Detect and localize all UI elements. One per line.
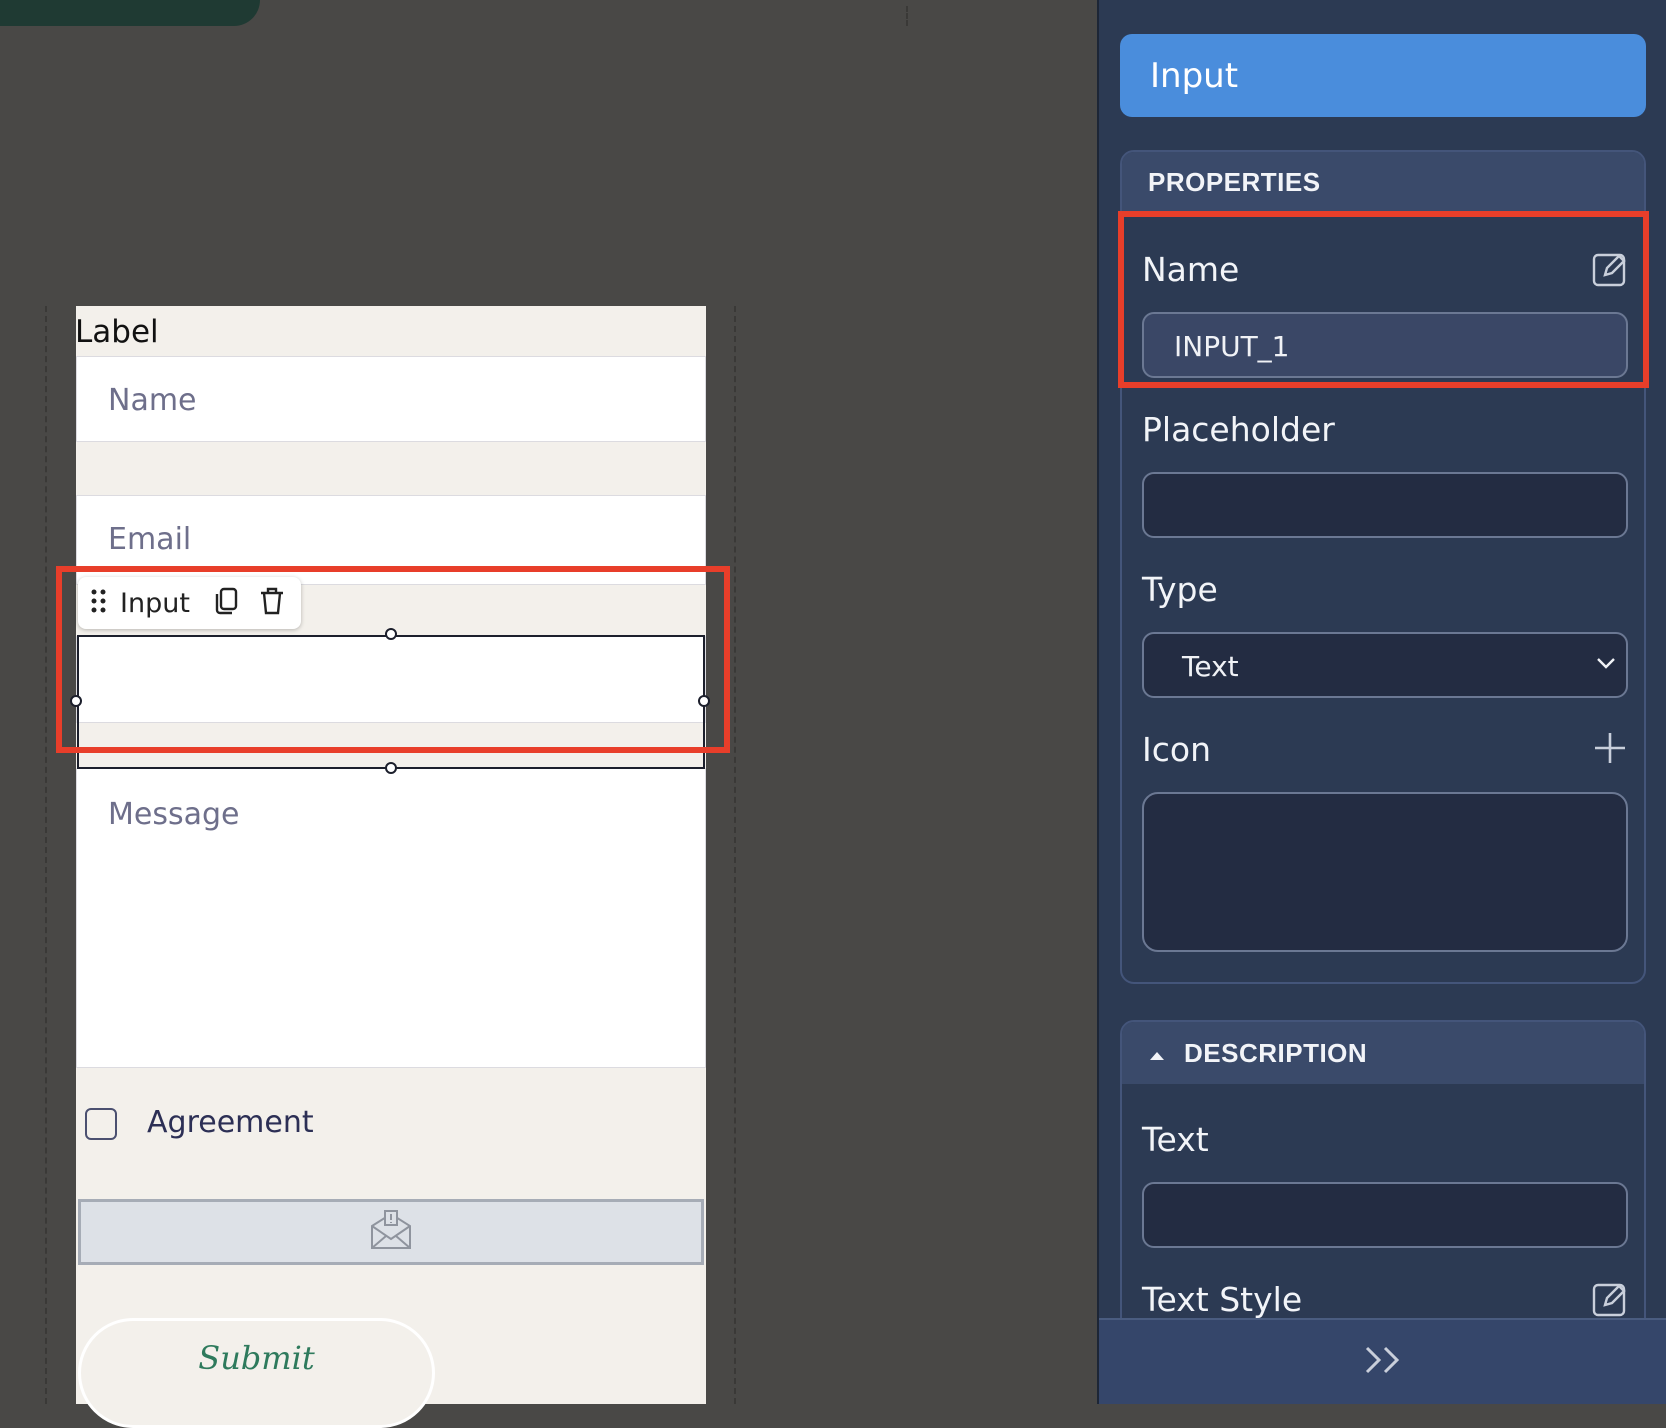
description-title: DESCRIPTION <box>1184 1037 1368 1068</box>
message-textarea[interactable]: Message <box>76 768 706 1068</box>
type-value: Text <box>1182 650 1239 683</box>
properties-title: PROPERTIES <box>1148 166 1321 197</box>
agreement-checkbox[interactable] <box>85 1108 117 1140</box>
placeholder-field[interactable] <box>1142 472 1628 538</box>
panel-footer <box>1099 1318 1666 1404</box>
text-label: Text <box>1142 1120 1209 1159</box>
icon-label: Icon <box>1142 730 1211 769</box>
agreement-label: Agreement <box>147 1105 314 1140</box>
chevron-down-icon <box>1596 656 1616 675</box>
panel-title: Input <box>1150 55 1239 96</box>
properties-header[interactable]: PROPERTIES <box>1122 152 1644 212</box>
expand-right-icon[interactable] <box>1363 1344 1405 1381</box>
properties-panel: Input PROPERTIES Name INPUT_1 Placeholde… <box>1097 0 1666 1404</box>
image-placeholder[interactable] <box>78 1199 704 1265</box>
guide-line-top <box>906 6 908 26</box>
panel-header: Input <box>1120 34 1646 117</box>
name-placeholder: Name <box>108 383 197 418</box>
text-style-label: Text Style <box>1142 1280 1303 1319</box>
description-header[interactable]: DESCRIPTION <box>1122 1022 1644 1084</box>
collapse-up-icon[interactable] <box>1148 1038 1166 1069</box>
highlight-box-name <box>1118 211 1649 388</box>
design-canvas[interactable]: Label Name Email Message Input Agreement… <box>0 0 1097 1428</box>
submit-button[interactable]: Submit <box>78 1318 435 1428</box>
submit-label: Submit <box>198 1339 315 1377</box>
description-text-field[interactable] <box>1142 1182 1628 1248</box>
highlight-box-input <box>56 566 730 753</box>
type-label: Type <box>1142 570 1218 609</box>
guide-line-right <box>734 306 736 1404</box>
edit-text-style-icon[interactable] <box>1591 1280 1629 1323</box>
name-input[interactable]: Name <box>76 356 706 442</box>
email-placeholder: Email <box>108 522 192 557</box>
message-placeholder: Message <box>108 797 240 832</box>
resize-handle-bottom[interactable] <box>385 762 397 774</box>
guide-line-left <box>45 306 47 1404</box>
icon-picker-area[interactable] <box>1142 792 1628 952</box>
top-tab-shape <box>0 0 260 26</box>
form-label: Label <box>75 314 159 350</box>
placeholder-label: Placeholder <box>1142 410 1335 449</box>
envelope-alert-icon <box>369 1208 413 1257</box>
type-select[interactable]: Text <box>1142 632 1628 698</box>
add-icon-button[interactable] <box>1592 730 1628 771</box>
